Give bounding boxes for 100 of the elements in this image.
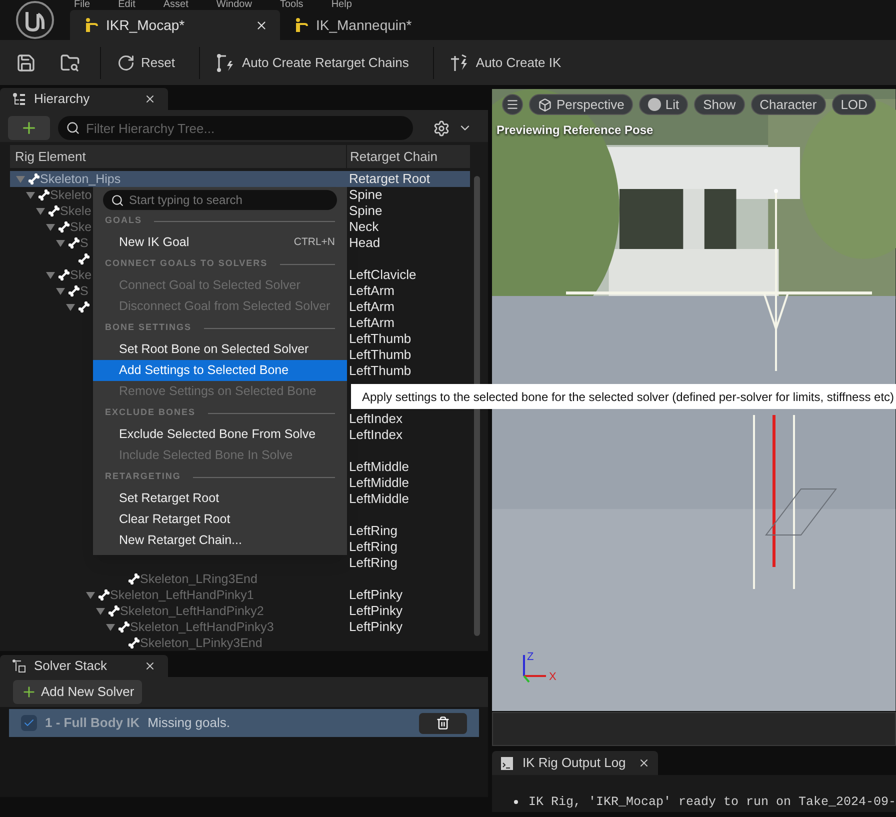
menu-item[interactable]: Window bbox=[216, 0, 252, 10]
bone-icon bbox=[128, 637, 140, 649]
menu-item[interactable]: New IK Goal CTRL+N bbox=[93, 232, 347, 253]
toolbar-button[interactable]: Auto Create Retarget Chains bbox=[198, 46, 417, 78]
solver-status: Missing goals. bbox=[148, 714, 230, 732]
chain-name[interactable]: LeftArm bbox=[347, 299, 395, 315]
document-tab[interactable]: IKR_Mocap* bbox=[70, 10, 280, 40]
chain-name[interactable]: LeftPinky bbox=[347, 603, 402, 619]
panel-tab[interactable]: IK Rig Output Log bbox=[492, 751, 658, 775]
bone-icon bbox=[58, 221, 70, 233]
viewport-button[interactable]: Character bbox=[750, 94, 826, 115]
panel-title: Hierarchy bbox=[34, 90, 90, 108]
menu-section-heading: EXCLUDE BONES bbox=[105, 406, 196, 420]
bone-name[interactable]: Skeleton_Hips bbox=[40, 171, 121, 187]
close-icon[interactable] bbox=[255, 18, 268, 32]
bullet-icon bbox=[514, 800, 518, 804]
menu-item[interactable]: Set Retarget Root bbox=[93, 488, 347, 509]
chain-name[interactable]: LeftRing bbox=[347, 555, 398, 571]
chain-name[interactable]: LeftRing bbox=[347, 539, 398, 555]
panel-tab[interactable]: Solver Stack bbox=[0, 655, 168, 677]
chain-name[interactable]: Spine bbox=[347, 203, 382, 219]
panel-title: IK Rig Output Log bbox=[522, 754, 626, 772]
axis-gizmo-drawing: Z X bbox=[520, 651, 560, 685]
bone-icon bbox=[68, 285, 80, 297]
column-header[interactable]: Rig Element bbox=[10, 145, 347, 168]
bone-icon bbox=[78, 253, 90, 265]
logo-icon[interactable] bbox=[16, 1, 54, 39]
menu-item[interactable]: New Retarget Chain... bbox=[93, 530, 347, 551]
chain-name[interactable]: LeftMiddle bbox=[347, 491, 409, 507]
hierarchy-icon bbox=[12, 92, 26, 106]
menu-section-heading: GOALS bbox=[105, 214, 142, 228]
plus-icon bbox=[21, 684, 37, 700]
menu-search-field[interactable]: Start typing to search bbox=[103, 190, 337, 210]
panel-title: Solver Stack bbox=[34, 657, 107, 676]
chain-name[interactable]: LeftIndex bbox=[347, 411, 402, 427]
chain-name[interactable]: Head bbox=[347, 235, 380, 251]
menu-item[interactable]: Add Settings to Selected Bone bbox=[93, 360, 347, 381]
chain-name[interactable]: Neck bbox=[347, 219, 379, 235]
bone-icon bbox=[48, 205, 60, 217]
bone-icon bbox=[128, 573, 140, 585]
chain-name[interactable]: LeftMiddle bbox=[347, 459, 409, 475]
menu-item[interactable]: Exclude Selected Bone From Solve bbox=[93, 424, 347, 445]
menu-item[interactable]: Help bbox=[331, 0, 352, 10]
add-button[interactable] bbox=[8, 116, 50, 140]
check-icon bbox=[23, 717, 35, 729]
search-icon bbox=[111, 194, 124, 207]
panel-tab[interactable]: Hierarchy bbox=[0, 88, 168, 110]
filter-field[interactable]: Filter Hierarchy Tree... bbox=[58, 116, 414, 140]
trash-icon bbox=[436, 716, 450, 730]
selected-row[interactable]: Skeleton_Hips Retarget Root bbox=[10, 171, 470, 187]
chain-name[interactable]: LeftThumb bbox=[347, 363, 412, 379]
perspective-button[interactable]: Perspective bbox=[529, 94, 634, 115]
menu-item[interactable]: Set Root Bone on Selected Solver bbox=[93, 339, 347, 360]
bone-icon bbox=[108, 605, 120, 617]
chain-name[interactable]: LeftThumb bbox=[347, 347, 412, 363]
menu-item[interactable]: Asset bbox=[163, 0, 188, 10]
chain-name[interactable]: LeftRing bbox=[347, 523, 398, 539]
solver-row[interactable]: 1 - Full Body IK Missing goals. bbox=[9, 709, 480, 737]
menu-item[interactable]: Tools bbox=[280, 0, 304, 10]
menu-item[interactable]: Clear Retarget Root bbox=[93, 509, 347, 530]
checkbox[interactable] bbox=[21, 715, 37, 731]
delete-button[interactable] bbox=[419, 712, 468, 734]
chain-name[interactable]: LeftPinky bbox=[347, 619, 402, 635]
tab-label: IKR_Mocap* bbox=[106, 16, 185, 35]
log-icon bbox=[500, 755, 514, 771]
document-tab[interactable]: IK_Mannequin* bbox=[280, 10, 490, 40]
toolbar-button[interactable]: Reset bbox=[100, 46, 183, 78]
chain-name[interactable]: Retarget Root bbox=[347, 171, 430, 187]
column-header[interactable]: Retarget Chain bbox=[347, 145, 470, 168]
close-icon[interactable] bbox=[144, 660, 156, 672]
settings-icon[interactable] bbox=[433, 120, 450, 137]
folder-search-icon[interactable] bbox=[60, 52, 80, 72]
bone-icon bbox=[58, 269, 70, 281]
chain-name[interactable]: LeftIndex bbox=[347, 427, 402, 443]
add-solver-button[interactable]: Add New Solver bbox=[13, 680, 142, 704]
menu-item[interactable]: File bbox=[74, 0, 90, 10]
reset-icon bbox=[117, 54, 135, 72]
chain-name[interactable]: LeftArm bbox=[347, 315, 395, 331]
close-icon[interactable] bbox=[144, 93, 156, 105]
save-icon[interactable] bbox=[16, 52, 36, 72]
tooltip: Apply settings to the selected bone for the selected solver (defined per-solver for limits, stiffness etc) bbox=[351, 384, 896, 409]
close-icon[interactable] bbox=[638, 757, 650, 769]
menu-section-heading: BONE SETTINGS bbox=[105, 321, 192, 334]
chain-name[interactable]: LeftThumb bbox=[347, 331, 412, 347]
tab-label: IK_Mannequin* bbox=[316, 16, 412, 35]
menu-icon bbox=[506, 98, 520, 111]
menu-item[interactable]: Edit bbox=[118, 0, 136, 10]
chain-name[interactable]: LeftArm bbox=[347, 283, 395, 299]
chain-bolt-icon bbox=[216, 52, 236, 72]
chain-name[interactable]: LeftClavicle bbox=[347, 267, 416, 283]
chain-name[interactable]: LeftMiddle bbox=[347, 475, 409, 491]
chain-name[interactable]: Spine bbox=[347, 187, 382, 203]
chain-name[interactable]: LeftPinky bbox=[347, 587, 402, 603]
bone-icon bbox=[78, 301, 90, 313]
lit-button[interactable]: Lit bbox=[639, 94, 688, 115]
bone-icon bbox=[28, 173, 40, 185]
viewport-button[interactable]: Show bbox=[694, 94, 745, 115]
cube-icon bbox=[538, 98, 552, 112]
bone-icon bbox=[118, 621, 130, 633]
toolbar-button[interactable]: Auto Create IK bbox=[432, 46, 570, 78]
